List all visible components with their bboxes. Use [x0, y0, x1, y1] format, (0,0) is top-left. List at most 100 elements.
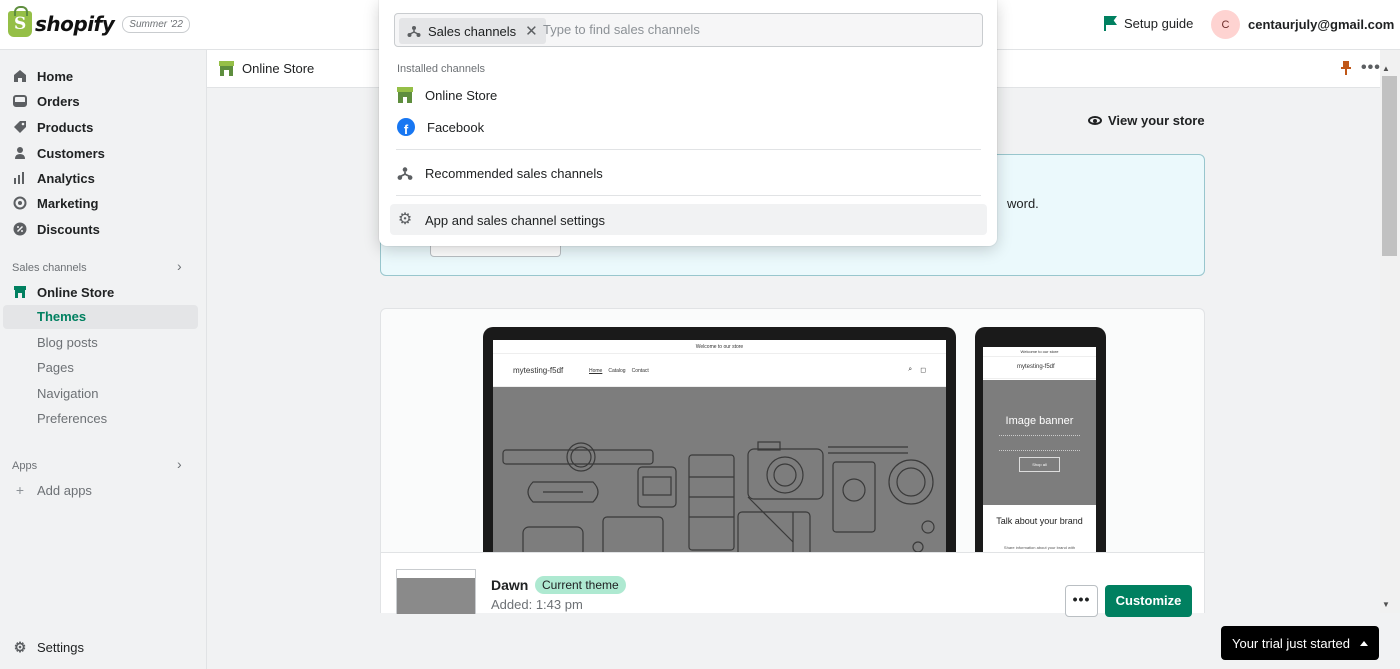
- sidebar-item-analytics[interactable]: Analytics: [12, 168, 95, 188]
- sidebar-item-orders[interactable]: Orders: [12, 91, 80, 111]
- channel-online-store[interactable]: Online Store: [397, 85, 497, 105]
- edition-badge: Summer '22: [122, 15, 190, 33]
- scroll-up-arrow[interactable]: ▲: [1382, 64, 1390, 73]
- add-apps-label: Add apps: [37, 482, 92, 498]
- eye-icon: [1088, 116, 1102, 125]
- channel-facebook[interactable]: f Facebook: [397, 117, 484, 137]
- setup-guide-button[interactable]: Setup guide: [1104, 16, 1193, 31]
- bar-chart-icon: [12, 170, 28, 186]
- sidebar-item-label: Customers: [37, 145, 105, 161]
- theme-thumbnail: [396, 569, 476, 614]
- installed-channels-header: Installed channels: [397, 63, 486, 75]
- scroll-down-arrow[interactable]: ▼: [1382, 600, 1390, 609]
- online-store-icon: [397, 87, 413, 103]
- view-store-label: View your store: [1108, 113, 1205, 128]
- apps-header[interactable]: Apps: [12, 460, 37, 472]
- sidebar-item-blog-posts[interactable]: Blog posts: [37, 335, 98, 355]
- chevron-right-icon[interactable]: ›: [177, 258, 182, 274]
- app-channel-settings-link[interactable]: ⚙ App and sales channel settings: [397, 210, 605, 230]
- sidebar-item-label: Online Store: [37, 284, 115, 300]
- sidebar-item-settings[interactable]: ⚙ Settings: [12, 637, 84, 657]
- sidebar-item-label: Orders: [37, 93, 80, 109]
- mobile-hero: Image banner Shop all: [983, 380, 1096, 505]
- sidebar: Home Orders Products Customers Analytics…: [0, 50, 207, 669]
- avatar: C: [1211, 10, 1240, 39]
- sales-channels-header[interactable]: Sales channels: [12, 262, 87, 274]
- person-icon: [12, 145, 28, 161]
- preview-hero-image: [493, 387, 946, 557]
- sidebar-item-home[interactable]: Home: [12, 66, 73, 86]
- sidebar-item-marketing[interactable]: Marketing: [12, 193, 98, 213]
- sidebar-item-themes[interactable]: Themes: [3, 305, 198, 329]
- sidebar-item-label: Home: [37, 68, 74, 84]
- pin-icon[interactable]: [1341, 61, 1351, 75]
- view-store-link[interactable]: View your store: [1088, 113, 1205, 128]
- preview-header: mytesting-f5df Home Catalog Contact ⌕ ◻: [493, 354, 946, 387]
- mobile-shop-all-button: Shop all: [1019, 457, 1060, 472]
- more-actions-icon[interactable]: •••: [1361, 59, 1381, 77]
- preview-store-name: mytesting-f5df: [513, 366, 564, 375]
- preview-nav-home: Home: [589, 368, 603, 374]
- sidebar-item-navigation[interactable]: Navigation: [37, 386, 98, 406]
- current-theme-badge: Current theme: [535, 576, 626, 594]
- sidebar-item-preferences[interactable]: Preferences: [37, 411, 107, 431]
- sidebar-item-pages[interactable]: Pages: [37, 360, 74, 380]
- desktop-screen: Welcome to our store mytesting-f5df Home…: [493, 340, 946, 557]
- customize-button[interactable]: Customize: [1105, 585, 1192, 617]
- divider: [396, 149, 981, 150]
- theme-actions-button[interactable]: •••: [1065, 585, 1098, 617]
- store-icon: [12, 284, 28, 300]
- sidebar-item-customers[interactable]: Customers: [12, 143, 105, 163]
- sidebar-item-label: Themes: [37, 309, 87, 324]
- flag-icon: [1104, 16, 1118, 31]
- discount-icon: [12, 221, 28, 237]
- sidebar-item-products[interactable]: Products: [12, 117, 93, 137]
- mobile-preview: Welcome to our store mytesting-f5df Imag…: [975, 327, 1106, 557]
- search-icon: ⌕: [908, 366, 913, 373]
- sidebar-item-online-store[interactable]: Online Store: [12, 282, 114, 302]
- search-dropdown: Sales channels ✕ Installed channels Onli…: [379, 0, 997, 246]
- recommended-channels-link[interactable]: Recommended sales channels: [397, 163, 603, 183]
- trial-banner-button[interactable]: Your trial just started: [1221, 626, 1379, 660]
- channel-label: Facebook: [427, 119, 485, 135]
- account-menu[interactable]: C centaurjuly@gmail.com: [1211, 10, 1394, 39]
- trial-label: Your trial just started: [1231, 635, 1351, 651]
- settings-label: App and sales channel settings: [425, 212, 605, 228]
- sidebar-item-discounts[interactable]: Discounts: [12, 219, 100, 239]
- sales-channels-icon: [397, 167, 413, 180]
- sidebar-item-label: Marketing: [37, 195, 99, 211]
- chevron-right-icon[interactable]: ›: [177, 456, 182, 472]
- brand-name: shopify: [35, 12, 115, 36]
- search-box[interactable]: Sales channels ✕: [394, 13, 983, 47]
- target-icon: [12, 195, 28, 211]
- caret-up-icon: [1360, 640, 1369, 646]
- preview-nav-catalog: Catalog: [608, 368, 626, 374]
- mobile-store-name: mytesting-f5df: [1017, 364, 1055, 370]
- sidebar-item-label: Analytics: [37, 170, 95, 186]
- mobile-talk-subtext: Share information about your brand with: [1003, 545, 1076, 550]
- preview-nav: Home Catalog Contact: [589, 368, 649, 374]
- home-icon: [12, 68, 28, 84]
- scrollbar-thumb[interactable]: [1382, 76, 1397, 256]
- search-input[interactable]: [543, 22, 963, 37]
- sidebar-item-label: Products: [37, 119, 94, 135]
- shopify-logo[interactable]: shopify Summer '22: [8, 6, 190, 37]
- close-icon[interactable]: ✕: [525, 22, 538, 40]
- page-title: Online Store: [242, 61, 315, 76]
- sidebar-item-label: Settings: [37, 639, 84, 655]
- setup-guide-label: Setup guide: [1124, 16, 1194, 31]
- preview-header-icons: ⌕ ◻: [908, 366, 926, 374]
- banner-text: word.: [1007, 196, 1039, 211]
- facebook-icon: f: [397, 118, 415, 136]
- search-scope-tag[interactable]: Sales channels ✕: [399, 18, 546, 44]
- plus-icon: +: [15, 482, 25, 498]
- channel-label: Online Store: [425, 87, 498, 103]
- announcement-bar: Welcome to our store: [493, 340, 946, 354]
- orders-icon: [12, 93, 28, 109]
- online-store-icon: [219, 61, 234, 76]
- sidebar-item-label: Discounts: [37, 221, 100, 237]
- theme-added-time: Added: 1:43 pm: [491, 597, 583, 612]
- mobile-announcement: Welcome to our store: [983, 347, 1096, 357]
- add-apps-button[interactable]: + Add apps: [12, 480, 92, 500]
- mobile-hero-subtext: [999, 435, 1080, 451]
